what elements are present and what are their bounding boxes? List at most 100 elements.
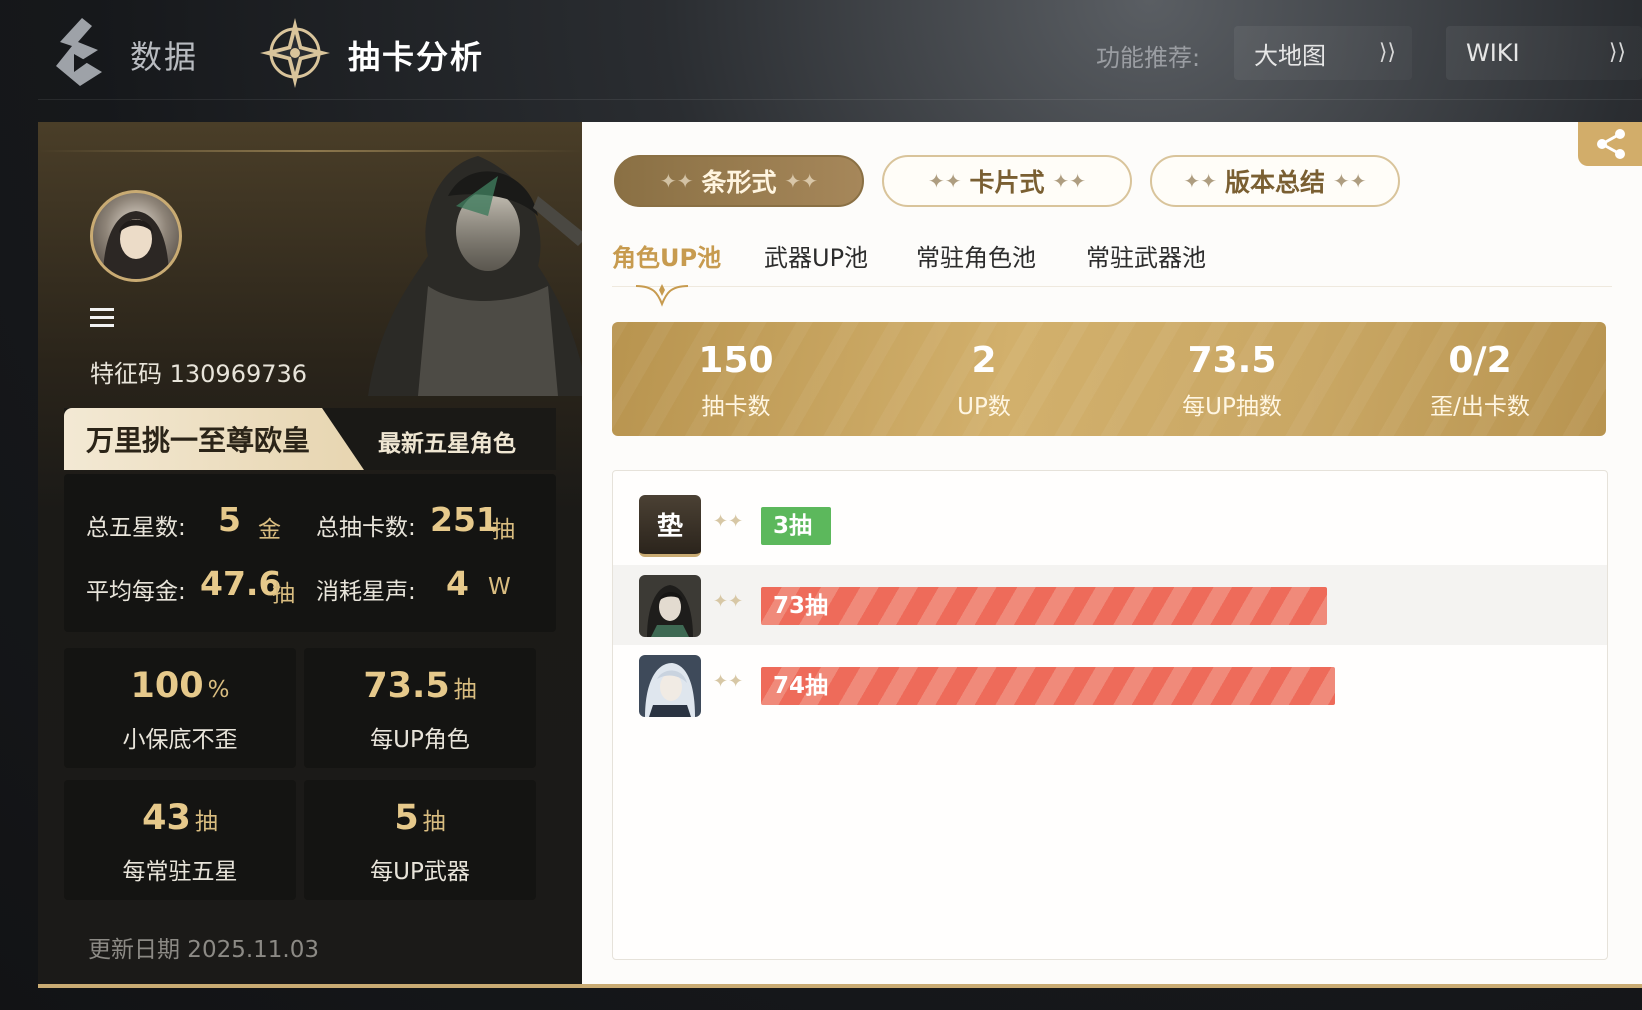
pull-count-bar: 74抽 [761,667,1335,705]
tile-value: 43 [142,798,191,838]
tile-label: 每常驻五星 [122,859,238,885]
update-date: 更新日期 2025.11.03 [88,937,319,963]
character-avatar [639,575,701,637]
sparkle-icon: ✦✦ [713,671,744,692]
tile-label: 每UP角色 [370,727,470,753]
chevron-right-icon: ⟩⟩ [1378,40,1396,65]
tab-standard-character-pool[interactable]: 常驻角色池 [916,238,1036,273]
map-link-button[interactable]: 大地图 ⟩⟩ [1234,26,1412,80]
recommend-label: 功能推荐: [1096,44,1201,72]
tile-unit: 抽 [453,677,477,703]
bottom-accent-line [38,984,1642,988]
tile-label: 每UP武器 [370,859,470,885]
menu-icon[interactable] [90,308,114,328]
nav-data-link[interactable]: 数据 [130,32,198,78]
summary-cell: 2 UP数 [860,340,1108,421]
consumed-unit: W [488,574,511,600]
tab-version-summary[interactable]: ✦✦ 版本总结 ✦✦ [1150,155,1400,207]
share-button[interactable] [1578,122,1642,166]
stat-tile: 5抽 每UP武器 [304,780,536,900]
summary-label: 歪/出卡数 [1430,394,1530,420]
avatar-portrait-icon [103,211,169,279]
summary-label: UP数 [957,394,1011,420]
avg-per-gold-label: 平均每金: [86,579,186,605]
stats-summary: 总五星数: 5 金 总抽卡数: 251 抽 平均每金: 47.6 抽 消耗星声:… [64,474,556,632]
page-title: 抽卡分析 [348,38,485,76]
chevron-right-icon: ⟩⟩ [1608,40,1626,65]
pull-record-list: 垫 ✦✦ 3抽 ✦✦ 73抽 ✦✦ 74抽 [612,470,1608,960]
total-five-star-label: 总五星数: [86,515,186,541]
list-item[interactable]: ✦✦ 74抽 [613,645,1607,725]
stat-tile: 100% 小保底不歪 [64,648,296,768]
character-artwork [368,156,582,396]
total-pulls-label: 总抽卡数: [316,515,416,541]
summary-label: 每UP抽数 [1182,394,1282,420]
total-pulls-unit: 抽 [492,517,515,543]
tab-bar-view[interactable]: ✦✦ 条形式 ✦✦ [614,155,864,207]
feature-code: 特征码 130969736 [90,360,308,388]
top-bar: 数据 抽卡分析 功能推荐: 大地图 ⟩⟩ WIKI ⟩⟩ [0,0,1642,100]
sparkle-icon: ✦✦ [1183,169,1217,193]
avg-per-gold-value: 47.6 [200,564,282,603]
summary-value: 73.5 [1187,340,1277,381]
tile-value: 73.5 [363,666,450,706]
tile-value: 100 [130,666,204,706]
title-badge: 万里挑一至尊欧皇 [64,408,364,470]
tile-label: 小保底不歪 [122,727,238,753]
sparkle-icon: ✦✦ [713,591,744,612]
tab-version-summary-label: 版本总结 [1224,168,1325,197]
summary-value: 0/2 [1448,340,1512,381]
summary-value: 2 [971,340,997,381]
tab-card-view[interactable]: ✦✦ 卡片式 ✦✦ [882,155,1132,207]
list-item[interactable]: ✦✦ 73抽 [613,565,1607,645]
tile-unit: % [207,677,230,703]
header-divider [38,99,1642,100]
sparkle-icon: ✦✦ [1333,169,1367,193]
sparkle-icon: ✦✦ [927,169,962,193]
wiki-link-button[interactable]: WIKI ⟩⟩ [1446,26,1642,80]
summary-label: 抽卡数 [701,394,771,420]
tile-unit: 抽 [194,809,218,835]
sparkle-icon: ✦✦ [713,511,744,532]
share-icon [1597,129,1625,159]
records-panel: ✦✦ 条形式 ✦✦ ✦✦ 卡片式 ✦✦ ✦✦ 版本总结 ✦✦ 角色UP池 武器U… [582,122,1642,984]
total-pulls-value: 251 [430,500,499,539]
sparkle-icon: ✦✦ [784,169,819,193]
gacha-analysis-icon [260,18,330,88]
summary-cell: 150 抽卡数 [612,340,860,421]
total-five-star-value: 5 [218,500,241,539]
pity-avatar: 垫 [639,495,701,557]
latest-five-star-tab[interactable]: 最新五星角色 [378,424,516,458]
pull-count-bar: 73抽 [761,587,1327,625]
profile-tag-row: 万里挑一至尊欧皇 最新五星角色 [64,408,556,470]
pool-tab-divider [612,286,1612,287]
tab-character-up-pool[interactable]: 角色UP池 [612,238,721,273]
character-portrait-icon [639,575,701,637]
sparkle-icon: ✦✦ [659,169,694,193]
profile-panel: 特征码 130969736 万里挑一至尊欧皇 最新五星角色 总五星数: 5 金 … [38,122,582,984]
app-logo-icon[interactable] [52,16,106,88]
tab-card-view-label: 卡片式 [969,168,1045,197]
stat-tile: 43 抽 每常驻五星 [64,780,296,900]
consumed-label: 消耗星声: [316,579,416,605]
sparkle-icon: ✦✦ [1052,169,1087,193]
avg-per-gold-unit: 抽 [272,581,295,607]
map-link-label: 大地图 [1254,41,1326,70]
summary-cell: 73.5 每UP抽数 [1108,340,1356,421]
summary-cell: 0/2 歪/出卡数 [1356,340,1604,421]
list-item[interactable]: 垫 ✦✦ 3抽 [613,485,1607,565]
tab-weapon-up-pool[interactable]: 武器UP池 [764,238,868,273]
active-tab-marker-icon [635,284,689,307]
pull-count-bar: 3抽 [761,507,831,545]
summary-value: 150 [698,340,774,381]
tile-value: 5 [394,798,419,838]
tab-standard-weapon-pool[interactable]: 常驻武器池 [1086,238,1206,273]
consumed-value: 4 [446,564,469,603]
tile-unit: 抽 [422,809,446,835]
character-avatar [639,655,701,717]
tab-bar-view-label: 条形式 [701,168,777,197]
total-five-star-unit: 金 [258,517,281,543]
stat-tile: 73.5 抽 每UP角色 [304,648,536,768]
wiki-link-label: WIKI [1466,39,1520,67]
user-avatar[interactable] [90,190,182,282]
